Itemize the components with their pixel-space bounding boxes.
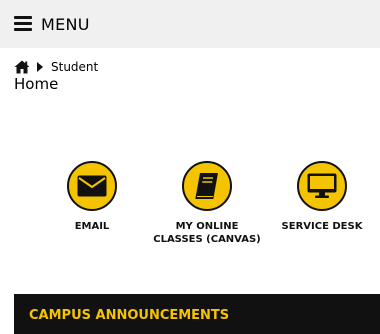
email-tile[interactable]: EMAIL [37, 161, 147, 234]
service-desk-label: SERVICE DESK [281, 221, 363, 232]
online-classes-label: MY ONLINE CLASSES (CANVAS) [153, 221, 261, 245]
announcements-heading: CAMPUS ANNOUNCEMENTS [29, 308, 230, 323]
breadcrumb: Student [14, 58, 98, 76]
online-classes-tile[interactable]: MY ONLINE CLASSES (CANVAS) [152, 161, 262, 246]
envelope-icon [67, 161, 117, 211]
home-icon[interactable] [14, 60, 30, 74]
campus-announcements-section: CAMPUS ANNOUNCEMENTS [14, 294, 380, 334]
page-title: Home [14, 75, 59, 93]
service-desk-tile[interactable]: SERVICE DESK [267, 161, 377, 234]
breadcrumb-item-student[interactable]: Student [51, 60, 98, 74]
email-label: EMAIL [74, 221, 110, 232]
top-menu-bar: MENU [0, 0, 380, 48]
book-icon [182, 161, 232, 211]
menu-button-label[interactable]: MENU [41, 15, 90, 34]
chevron-right-icon [37, 62, 43, 72]
hamburger-menu-icon[interactable] [14, 16, 32, 32]
monitor-icon [297, 161, 347, 211]
